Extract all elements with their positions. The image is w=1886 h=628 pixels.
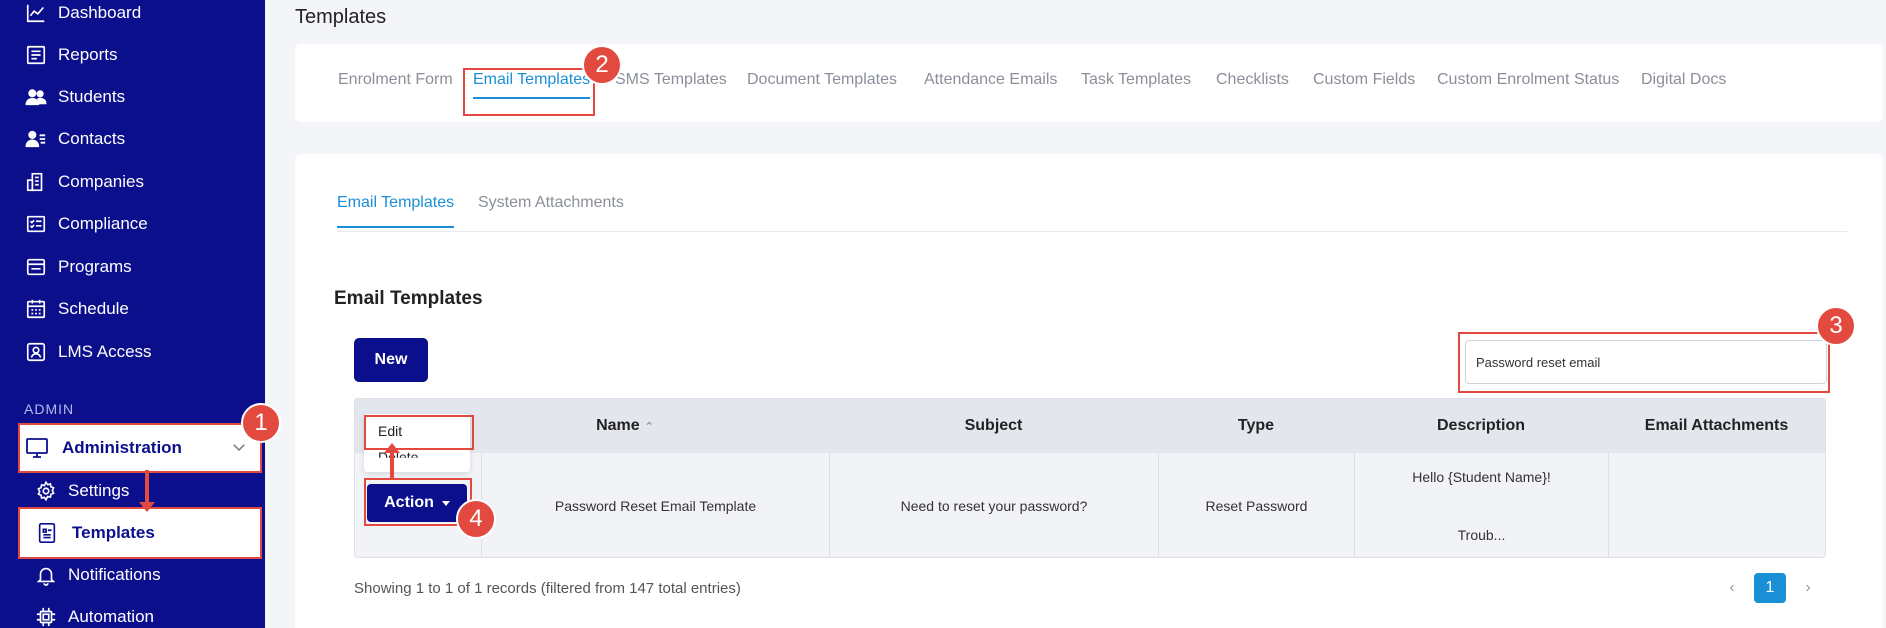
cell-subject: Need to reset your password? [829, 453, 1158, 557]
tab-custom-enrolment-status[interactable]: Custom Enrolment Status [1437, 71, 1619, 89]
description-line: Hello {Student Name}! [1412, 469, 1551, 485]
arrow-down-head [139, 502, 155, 512]
sidebar-item-notifications[interactable]: Notifications [34, 560, 161, 590]
tab-attendance-emails[interactable]: Attendance Emails [924, 71, 1057, 89]
bell-icon [34, 563, 58, 587]
records-info: Showing 1 to 1 of 1 records (filtered fr… [354, 580, 741, 597]
sidebar-item-label: Companies [58, 172, 144, 191]
sidebar-item-settings[interactable]: Settings [34, 476, 129, 506]
pagination-page-1[interactable]: 1 [1754, 573, 1786, 603]
sidebar-item-label: Compliance [58, 214, 148, 233]
sidebar-item-label: Notifications [68, 565, 161, 584]
column-header-label: Name [596, 417, 640, 434]
sidebar-item-contacts[interactable]: Contacts [24, 124, 125, 154]
chip-icon [34, 605, 58, 628]
sidebar-item-compliance[interactable]: Compliance [24, 209, 148, 239]
user-badge-icon [24, 340, 48, 364]
section-title: Email Templates [334, 288, 483, 309]
sidebar-item-label: Programs [58, 257, 132, 276]
column-header-email-attachments[interactable]: Email Attachments [1608, 399, 1825, 453]
column-header-name[interactable]: Name ⌃ [481, 399, 769, 453]
sidebar-item-label: Reports [58, 45, 118, 64]
report-icon [24, 43, 48, 67]
highlight-email-templates-tab [463, 68, 595, 116]
sidebar-item-label: Settings [68, 481, 130, 500]
tab-task-templates[interactable]: Task Templates [1081, 71, 1191, 89]
sidebar-item-label: LMS Access [58, 342, 152, 361]
subtab-email-templates[interactable]: Email Templates [337, 194, 455, 228]
sort-up-icon: ⌃ [644, 420, 654, 433]
highlight-administration [18, 423, 262, 473]
description-line: Troub... [1457, 527, 1506, 543]
sidebar-item-companies[interactable]: Companies [24, 167, 144, 197]
pagination-prev[interactable]: ‹ [1722, 573, 1742, 603]
email-templates-table: Name ⌃ Subject Type Description Email At… [354, 398, 1826, 558]
table-header-row: Name ⌃ Subject Type Description Email At… [355, 399, 1825, 453]
annotation-badge-4: 4 [456, 499, 496, 539]
sidebar-item-label: Schedule [58, 299, 129, 318]
users-icon [24, 85, 48, 109]
column-header-description[interactable]: Description [1354, 399, 1608, 453]
cell-name: Password Reset Email Template [481, 453, 829, 557]
sidebar-item-schedule[interactable]: Schedule [24, 294, 129, 324]
calendar-icon [24, 297, 48, 321]
cell-type: Reset Password [1158, 453, 1354, 557]
sub-tabs: Email Templates System Attachments [337, 188, 1847, 232]
sidebar-item-dashboard[interactable]: Dashboard [24, 0, 141, 28]
window-icon [24, 255, 48, 279]
sidebar-item-label: Contacts [58, 129, 126, 148]
column-header-type[interactable]: Type [1158, 399, 1354, 453]
annotation-badge-1: 1 [241, 403, 281, 443]
table-row[interactable]: Password Reset Email Template Need to re… [355, 453, 1825, 557]
tab-enrolment-form[interactable]: Enrolment Form [338, 71, 453, 89]
sidebar-item-label: Dashboard [58, 3, 142, 22]
sidebar-item-students[interactable]: Students [24, 82, 125, 112]
sidebar-item-reports[interactable]: Reports [24, 40, 118, 70]
subtab-system-attachments[interactable]: System Attachments [478, 194, 624, 212]
tab-checklists[interactable]: Checklists [1216, 71, 1289, 89]
chart-line-icon [24, 1, 48, 25]
sidebar-item-automation[interactable]: Automation [34, 602, 154, 628]
arrow-up-connector [390, 450, 394, 480]
sidebar-item-label: Students [58, 87, 126, 106]
column-header-subject[interactable]: Subject [829, 399, 1158, 453]
sidebar-item-programs[interactable]: Programs [24, 252, 132, 282]
annotation-badge-2: 2 [582, 45, 622, 85]
contacts-icon [24, 127, 48, 151]
section-label-admin: ADMIN [24, 401, 75, 417]
sidebar-item-lms-access[interactable]: LMS Access [24, 337, 152, 367]
page-title: Templates [295, 6, 387, 28]
annotation-badge-3: 3 [1816, 306, 1856, 346]
highlight-search [1458, 332, 1830, 393]
highlight-edit [364, 415, 474, 450]
pagination-next[interactable]: › [1798, 573, 1818, 603]
highlight-templates [18, 507, 262, 559]
tab-sms-templates[interactable]: SMS Templates [615, 71, 727, 89]
new-button[interactable]: New [354, 338, 428, 382]
tab-document-templates[interactable]: Document Templates [747, 71, 897, 89]
gear-icon [34, 479, 58, 503]
tab-custom-fields[interactable]: Custom Fields [1313, 71, 1415, 89]
arrow-up-head [384, 443, 400, 453]
tab-digital-docs[interactable]: Digital Docs [1641, 71, 1726, 89]
cell-email-attachments [1608, 453, 1825, 557]
cell-description: Hello {Student Name}! Troub... [1354, 453, 1608, 557]
building-icon [24, 170, 48, 194]
sidebar-item-label: Automation [68, 607, 154, 626]
checklist-icon [24, 212, 48, 236]
